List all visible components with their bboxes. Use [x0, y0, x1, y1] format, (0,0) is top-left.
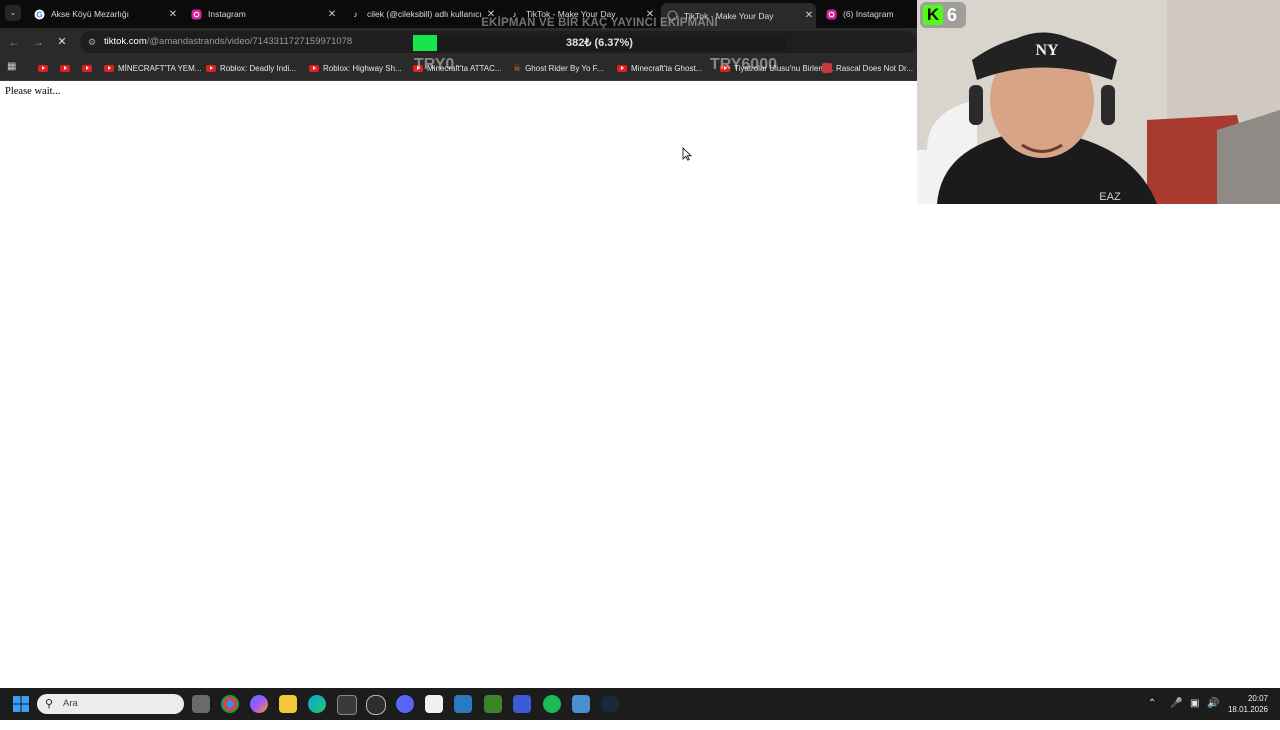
file-explorer-icon[interactable]: [279, 695, 297, 713]
tab-title: (6) Instagram: [843, 9, 894, 19]
donation-goal-overlay: EKİPMAN VE BİR KAÇ YAYINCI EKİPMANI 382₺…: [413, 16, 786, 56]
bookmark-youtube[interactable]: [82, 61, 96, 75]
apps-grid-icon[interactable]: ▦: [7, 61, 19, 73]
steam-icon[interactable]: [601, 695, 619, 713]
copilot-icon[interactable]: [250, 695, 268, 713]
goal-min-label: TRY0: [414, 56, 455, 73]
spotify-icon[interactable]: [543, 695, 561, 713]
volume-icon[interactable]: 🔊: [1207, 698, 1219, 730]
taskbar-search[interactable]: ⚲ Ara: [37, 694, 184, 714]
instagram-icon: [191, 9, 202, 20]
app-window-icon[interactable]: [454, 695, 472, 713]
tab-title: Instagram: [208, 9, 246, 19]
windows-start-icon[interactable]: [12, 695, 30, 713]
bookmark-item[interactable]: ☠ Ghost Rider By Yo F...: [513, 61, 603, 75]
kick-follower-count: 6: [947, 4, 958, 25]
kick-follower-badge: K 6: [920, 2, 966, 28]
system-clock[interactable]: 20:07 18.01.2026: [1228, 693, 1268, 715]
goal-title: EKİPMAN VE BİR KAÇ YAYINCI EKİPMANI: [481, 17, 718, 29]
bookmark-label: Rascal Does Not Dr...: [836, 63, 913, 73]
stop-loading-icon[interactable]: ✕: [54, 34, 70, 50]
webcam-image: NY EAZ: [917, 0, 1280, 204]
tab-search-button[interactable]: ⌄: [5, 5, 21, 21]
back-icon[interactable]: ←: [6, 34, 22, 50]
rascal-icon: [822, 63, 832, 73]
youtube-icon: [309, 64, 319, 72]
bookmark-label: Ghost Rider By Yo F...: [525, 63, 604, 73]
youtube-icon: [206, 64, 216, 72]
url-domain: tiktok.com: [104, 36, 147, 47]
youtube-icon: [60, 64, 70, 72]
goal-amount-text: 382₺ (6.37%): [566, 37, 633, 49]
bookmark-item[interactable]: Roblox: Deadly Indi...: [206, 61, 296, 75]
forward-icon[interactable]: →: [30, 34, 46, 50]
page-status-text: Please wait...: [5, 86, 61, 97]
search-placeholder: Ara: [63, 698, 78, 709]
discord-icon[interactable]: [396, 695, 414, 713]
app-icon[interactable]: [513, 695, 531, 713]
youtube-icon: [82, 64, 92, 72]
tiktok-icon: ♪: [353, 9, 358, 19]
svg-text:G: G: [36, 10, 42, 19]
bookmark-label: Roblox: Deadly Indi...: [220, 63, 297, 73]
ghost-rider-icon: ☠: [513, 62, 522, 73]
minecraft-icon[interactable]: [484, 695, 502, 713]
microphone-icon[interactable]: 🎤: [1170, 698, 1182, 730]
bookmark-item[interactable]: Roblox: Highway Sh...: [309, 61, 402, 75]
tray-overflow-icon[interactable]: ⌃: [1148, 698, 1156, 730]
youtube-icon: [38, 64, 48, 72]
settings-app-icon[interactable]: [366, 695, 386, 715]
network-app-icon[interactable]: [572, 695, 590, 713]
google-icon: G: [34, 9, 45, 20]
goal-progress-bar: 382₺ (6.37%): [413, 35, 786, 51]
bookmark-youtube[interactable]: [38, 61, 52, 75]
bookmark-item[interactable]: Rascal Does Not Dr...: [822, 61, 913, 75]
bookmark-label: MİNECRAFT'TA YEM...: [118, 63, 202, 73]
network-icon[interactable]: ▣: [1190, 698, 1199, 730]
tab-title: Akse Köyü Mezarlığı: [51, 9, 129, 19]
store-icon[interactable]: [337, 695, 357, 715]
tab-1[interactable]: G Akse Köyü Mezarlığı ✕: [28, 3, 180, 25]
task-view-icon[interactable]: [192, 695, 210, 713]
bookmarks-bar: ▦ MİNECRAFT'TA YEM... Roblox: Deadly Ind…: [0, 56, 917, 81]
search-icon: ⚲: [45, 698, 54, 710]
close-tab-icon[interactable]: ✕: [802, 10, 816, 21]
bookmark-item[interactable]: MİNECRAFT'TA YEM...: [104, 61, 201, 75]
capcut-icon[interactable]: [425, 695, 443, 713]
edge-icon[interactable]: [308, 695, 326, 713]
chrome-icon[interactable]: [221, 695, 239, 713]
url-path: /@amandastrands/video/714331172715997107…: [146, 36, 353, 47]
clock-date: 18.01.2026: [1227, 705, 1268, 714]
kick-logo-icon: K: [923, 5, 943, 25]
svg-text:NY: NY: [1035, 42, 1059, 59]
webcam-feed: NY EAZ: [917, 0, 1280, 204]
clock-time: 20:07: [1247, 694, 1268, 703]
site-info-icon[interactable]: ⚙: [86, 36, 98, 48]
close-tab-icon[interactable]: ✕: [166, 9, 180, 20]
bookmark-label: Minecraft'ta Ghost...: [631, 63, 703, 73]
close-tab-icon[interactable]: ✕: [325, 9, 339, 20]
windows-taskbar: ⚲ Ara ⌃ 🎤 ▣ 🔊 20:07 18.01.2026: [0, 688, 1280, 720]
svg-text:EAZ: EAZ: [1099, 191, 1121, 203]
tab-6[interactable]: (6) Instagram: [820, 3, 917, 25]
bookmark-label: Roblox: Highway Sh...: [323, 63, 402, 73]
mouse-cursor-icon: [682, 147, 692, 161]
youtube-icon: [617, 64, 627, 72]
bookmark-item[interactable]: Minecraft'ta Ghost...: [617, 61, 702, 75]
url-text[interactable]: tiktok.com/@amandastrands/video/71433117…: [104, 36, 352, 47]
goal-max-label: TRY6000: [710, 56, 777, 73]
bookmark-youtube[interactable]: [60, 61, 74, 75]
instagram-icon: [826, 9, 837, 20]
youtube-icon: [104, 64, 114, 72]
tab-2[interactable]: Instagram ✕: [185, 3, 339, 25]
